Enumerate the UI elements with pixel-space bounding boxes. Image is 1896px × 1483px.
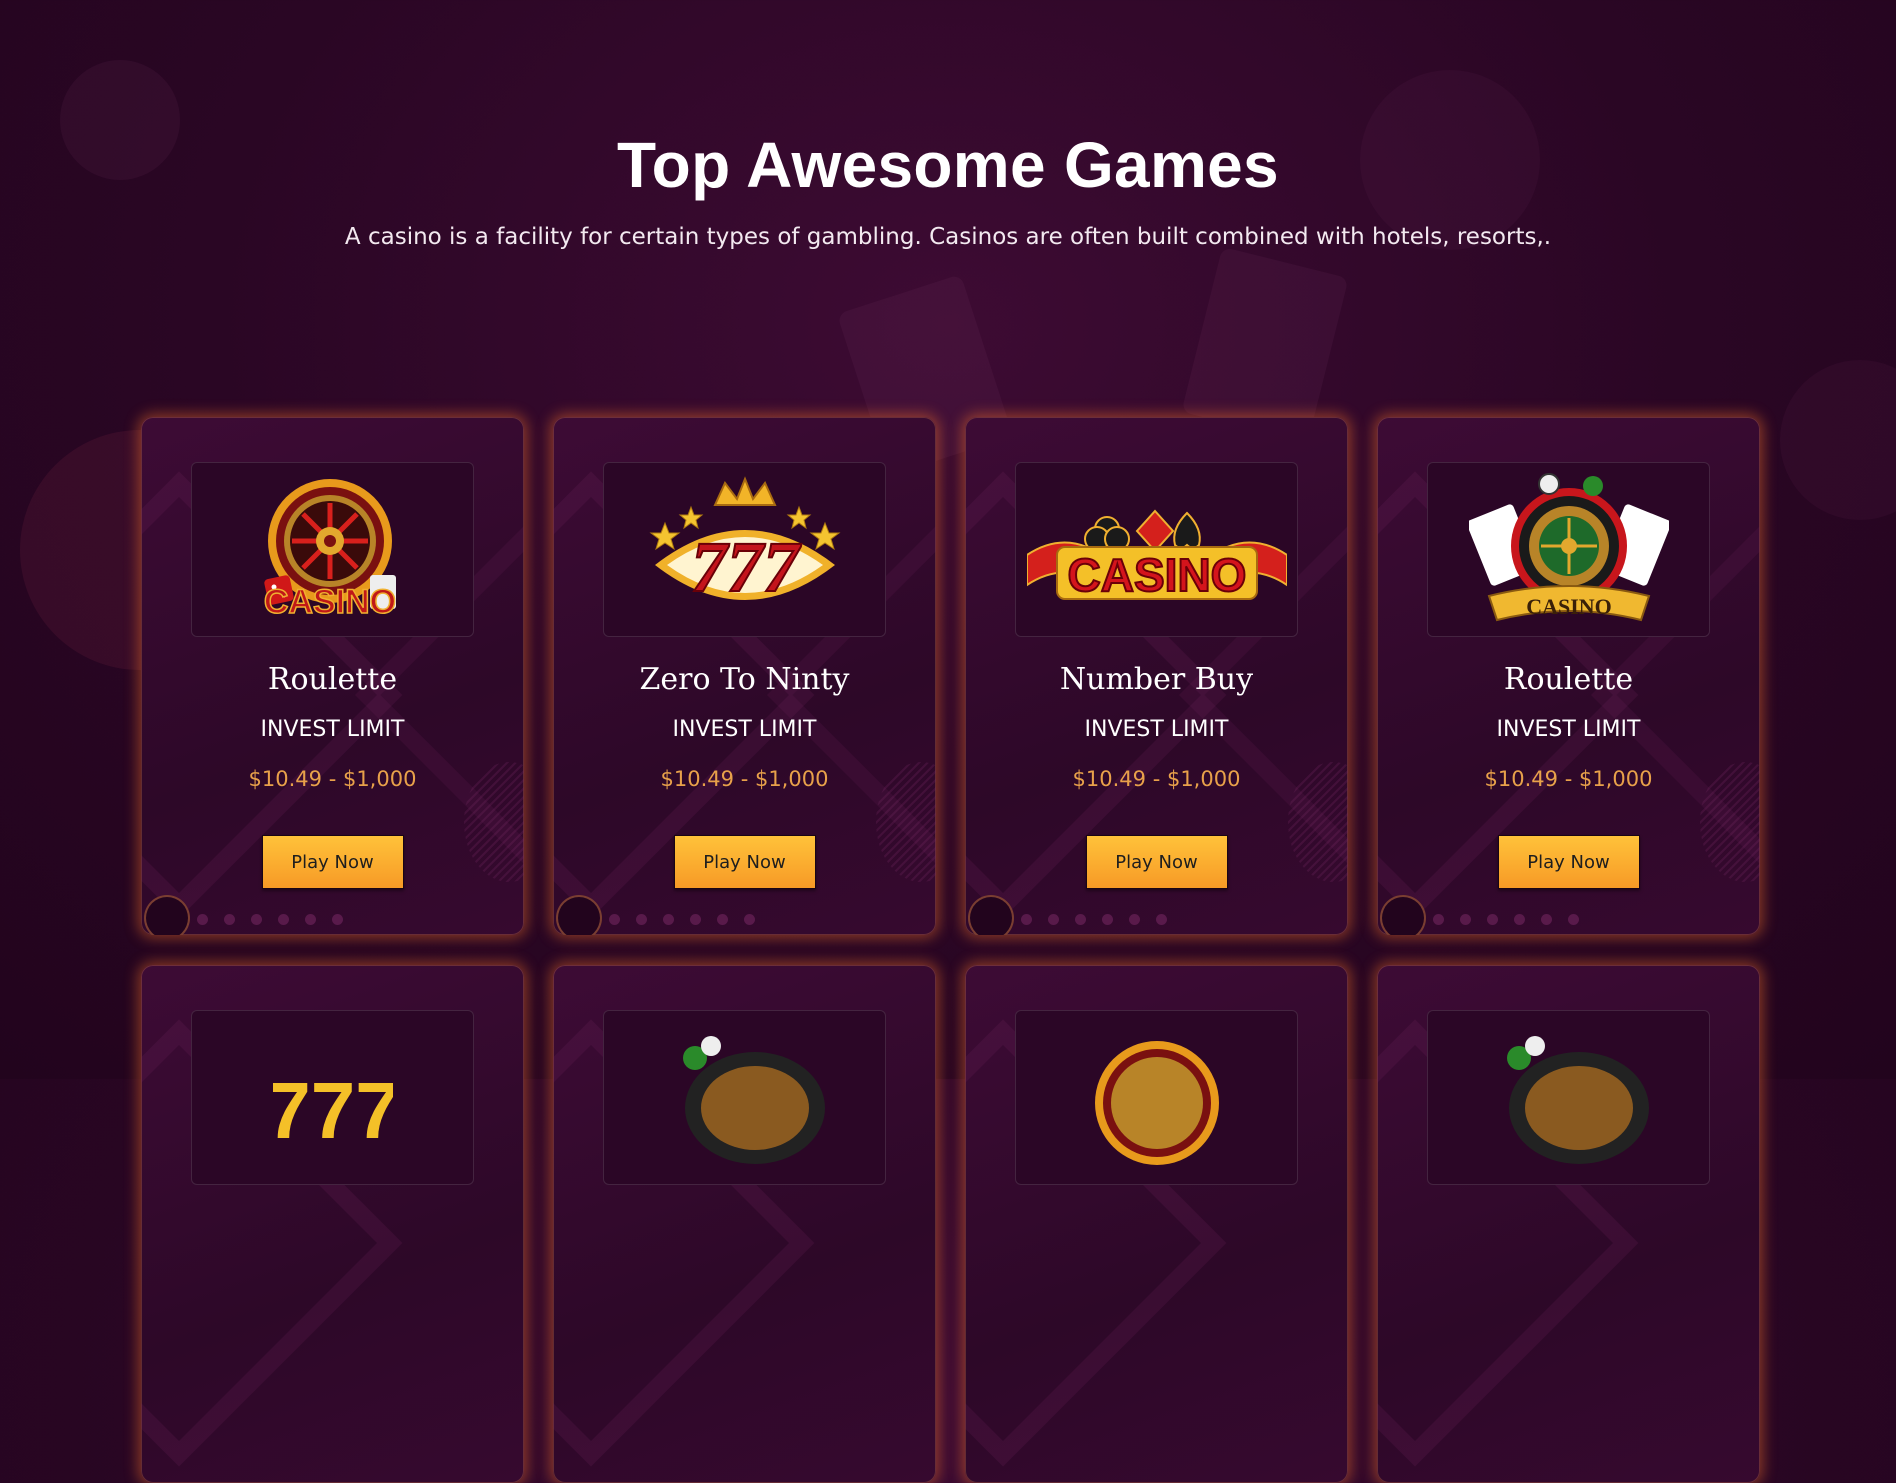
game-image-frame (1427, 1010, 1710, 1185)
invest-limit-label: INVEST LIMIT (1084, 717, 1229, 742)
casino-roulette-logo-icon (1094, 1040, 1219, 1165)
game-image-frame: CASINO (191, 462, 474, 637)
play-now-button[interactable]: Play Now (1085, 835, 1228, 889)
card-dots (609, 914, 755, 925)
game-image-frame (603, 1010, 886, 1185)
casino-roulette-logo-icon: CASINO (263, 478, 396, 621)
invest-limit-value: $10.49 - $1,000 (248, 767, 417, 791)
game-name: Zero To Ninty (639, 662, 850, 697)
svg-text:CASINO: CASINO (1526, 594, 1612, 619)
bg-chip-right (1780, 360, 1896, 520)
section-subtitle: A casino is a facility for certain types… (344, 224, 1552, 250)
game-name: Roulette (267, 662, 398, 697)
card-dots (197, 914, 343, 925)
game-name: Number Buy (1059, 662, 1254, 697)
invest-limit-label: INVEST LIMIT (672, 717, 817, 742)
svg-text:CASINO: CASINO (263, 583, 395, 621)
game-card: 777 (141, 965, 524, 1483)
game-card (553, 965, 936, 1483)
game-card (1377, 965, 1760, 1483)
game-card (965, 965, 1348, 1483)
game-image-frame: CASINO (1427, 462, 1710, 637)
game-card: 777 Zero To Ninty INVEST LIMIT $10.49 - … (553, 417, 936, 935)
card-dots (1021, 914, 1167, 925)
bg-playing-card-2 (1181, 246, 1349, 444)
play-now-button[interactable]: Play Now (261, 835, 404, 889)
game-image-frame: CASINO (1015, 462, 1298, 637)
card-corner-circle (144, 895, 190, 935)
game-image-frame: 777 (603, 462, 886, 637)
invest-limit-value: $10.49 - $1,000 (1072, 767, 1241, 791)
roulette-wheel-chips-icon (682, 1035, 825, 1164)
casino-banner-suits-icon: CASINO (1026, 509, 1287, 602)
card-corner-circle (556, 895, 602, 935)
invest-limit-label: INVEST LIMIT (1496, 717, 1641, 742)
roulette-cards-casino-icon: CASINO (1468, 472, 1669, 621)
section-title: Top Awesome Games (617, 129, 1279, 201)
card-corner-circle (1380, 895, 1426, 935)
svg-text:CASINO: CASINO (1067, 549, 1246, 601)
play-now-button[interactable]: Play Now (673, 835, 816, 889)
svg-text:777: 777 (691, 527, 802, 607)
invest-limit-label: INVEST LIMIT (260, 717, 405, 742)
invest-limit-value: $10.49 - $1,000 (1484, 767, 1653, 791)
card-dots (1433, 914, 1579, 925)
roulette-wheel-chips-icon (1506, 1035, 1649, 1164)
game-name: Roulette (1503, 662, 1634, 697)
game-image-frame: 777 (191, 1010, 474, 1185)
play-now-button[interactable]: Play Now (1497, 835, 1640, 889)
card-corner-circle (968, 895, 1014, 935)
section-header: Top Awesome Games A casino is a facility… (0, 128, 1896, 250)
game-image-frame (1015, 1010, 1298, 1185)
invest-limit-value: $10.49 - $1,000 (660, 767, 829, 791)
game-card: CASINO Roulette INVEST LIMIT $10.49 - $1… (1377, 417, 1760, 935)
777-slot-crown-icon: 777 (649, 475, 840, 608)
777-slot-icon: 777 (273, 1066, 393, 1155)
game-card: CASINO Number Buy INVEST LIMIT $10.49 - … (965, 417, 1348, 935)
game-card: CASINO Roulette INVEST LIMIT $10.49 - $1… (141, 417, 524, 935)
